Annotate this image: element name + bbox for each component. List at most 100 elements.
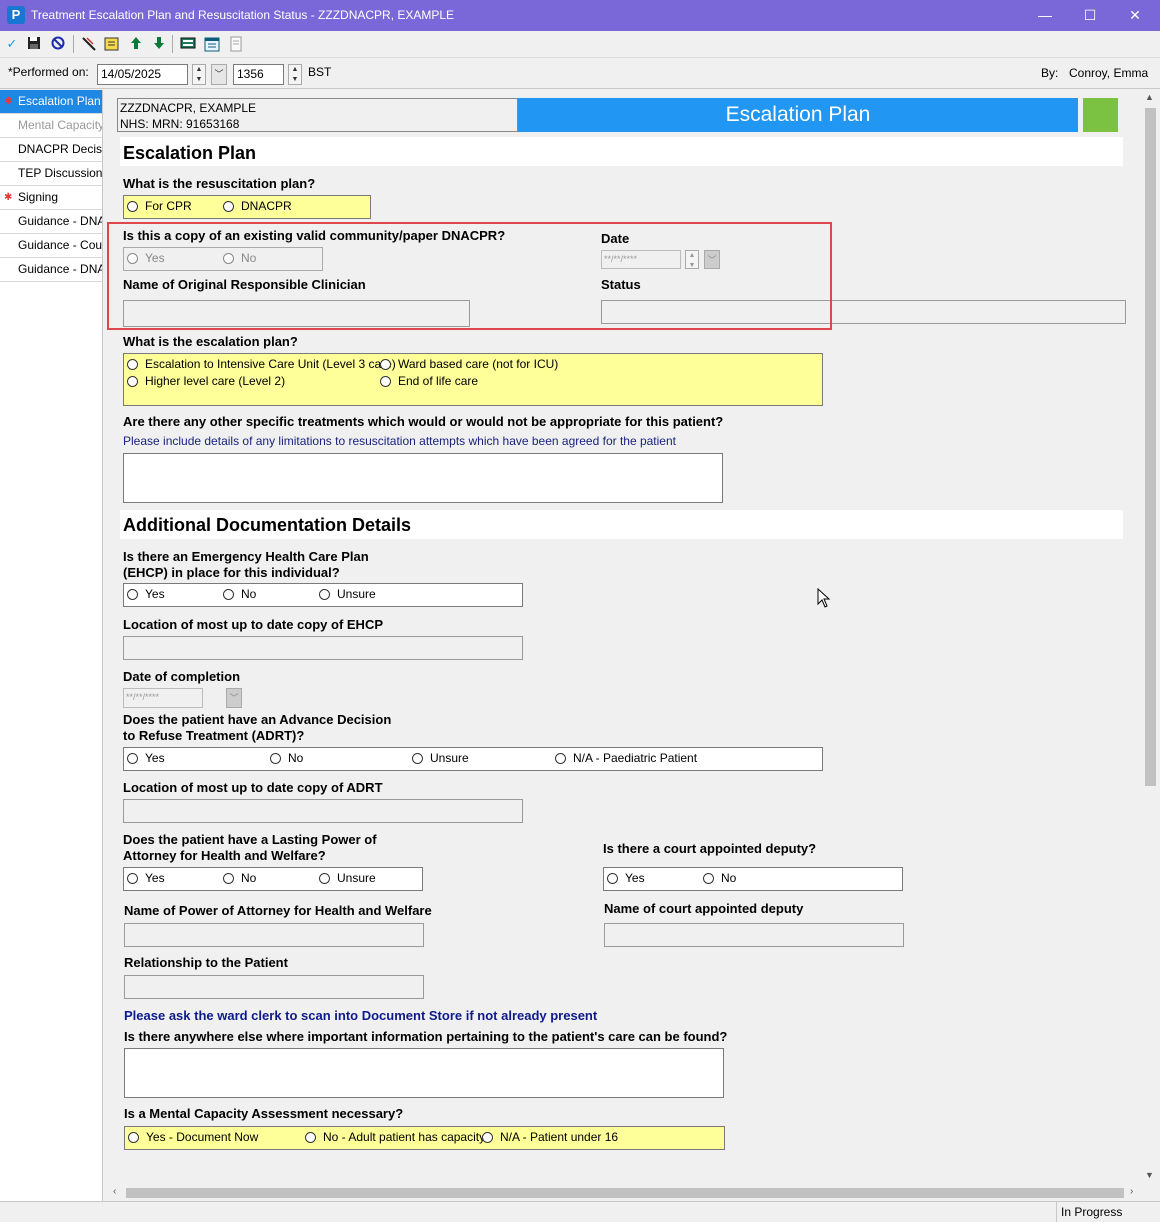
sidebar-item-guidance-dnacpr-2[interactable]: Guidance - DNAC [0,258,102,282]
sidebar-item-escalation-plan[interactable]: ✱ Escalation Plan [0,90,102,114]
scroll-right-icon[interactable]: › [1130,1186,1133,1197]
scroll-up-icon[interactable]: ▲ [1145,92,1154,102]
cancel-icon[interactable] [50,36,66,52]
radio-ehcp-unsure[interactable]: Unsure [319,587,376,601]
relationship-input[interactable] [124,975,424,999]
radio-adrt-na[interactable]: N/A - Paediatric Patient [555,751,697,765]
sidebar-item-signing[interactable]: ✱ Signing [0,186,102,210]
treatments-textarea[interactable] [123,453,723,503]
sidebar-item-dnacpr-decision[interactable]: DNACPR Decision [0,138,102,162]
close-button[interactable]: ✕ [1112,0,1158,31]
adrt-location-label: Location of most up to date copy of ADRT [123,780,383,795]
adrt-question-line1: Does the patient have an Advance Decisio… [123,712,392,727]
scroll-down-icon[interactable]: ▼ [1145,1170,1154,1180]
radio-ehcp-no[interactable]: No [223,587,256,601]
ehcp-question-line2: (EHCP) in place for this individual? [123,565,340,580]
status-indicator [1083,98,1118,132]
radio-lpa-yes[interactable]: Yes [127,871,165,885]
radio-deputy-yes[interactable]: Yes [607,871,645,885]
radio-deputy-no[interactable]: No [703,871,736,885]
radio-mca-yes[interactable]: Yes - Document Now [128,1130,258,1144]
patient-banner: ZZZDNACPR, EXAMPLE NHS: MRN: 91653168 [117,98,518,132]
toolbar: ✓ [0,31,1160,58]
sidebar-item-guidance-dnacpr[interactable]: Guidance - DNAC [0,210,102,234]
radio-dnacpr[interactable]: DNACPR [223,199,292,213]
date-spinner[interactable]: ▲ ▼ [192,64,206,85]
ehcp-location-input[interactable] [123,636,523,660]
required-star-icon: ✱ [4,96,13,107]
keyboard-icon[interactable] [180,36,196,52]
document-icon[interactable] [228,36,244,52]
radio-ward-based[interactable]: Ward based care (not for ICU) [380,357,558,371]
other-info-textarea[interactable] [124,1048,724,1098]
deputy-name-label: Name of court appointed deputy [604,901,804,916]
arrow-up-icon[interactable] [128,36,144,52]
completion-date-label: Date of completion [123,669,241,684]
date-dropdown-button[interactable]: ﹀ [211,64,227,85]
horizontal-scrollbar[interactable]: ‹ › [104,1185,1142,1201]
radio-end-of-life[interactable]: End of life care [380,374,478,388]
radio-for-cpr[interactable]: For CPR [127,199,192,213]
required-star-icon: ✱ [4,192,13,203]
lpa-question-line1: Does the patient have a Lasting Power of [123,832,377,847]
form-content: ZZZDNACPR, EXAMPLE NHS: MRN: 91653168 Es… [104,90,1142,1185]
scroll-left-icon[interactable]: ‹ [113,1186,116,1197]
minimize-button[interactable]: — [1022,0,1068,31]
other-info-question: Is there anywhere else where important i… [124,1029,728,1044]
pen-icon[interactable] [81,36,97,52]
banner-title: Escalation Plan [518,98,1078,132]
highlight-box [107,222,832,330]
timezone-label: BST [308,65,332,79]
patient-ids: NHS: MRN: 91653168 [120,117,240,131]
maximize-button[interactable]: ☐ [1067,0,1113,31]
sidebar-item-tep-discussion[interactable]: TEP Discussion [0,162,102,186]
completion-date-input[interactable]: **/**/**** [123,688,203,708]
vertical-scroll-thumb[interactable] [1145,108,1156,786]
lpa-radio-group: Yes No Unsure [123,867,423,891]
escalation-question: What is the escalation plan? [123,334,298,349]
window-title: Treatment Escalation Plan and Resuscitat… [31,8,455,22]
by-label: By: [1041,66,1059,80]
title-bar: P Treatment Escalation Plan and Resuscit… [0,0,1160,31]
mouse-cursor-icon [817,587,831,611]
resus-radio-group: For CPR DNACPR [123,195,371,219]
deputy-radio-group: Yes No [603,867,903,891]
performed-date-input[interactable]: 14/05/2025 [97,64,188,85]
vertical-scrollbar[interactable]: ▲ ▼ [1142,90,1159,1185]
radio-adrt-no[interactable]: No [270,751,303,765]
radio-mca-na[interactable]: N/A - Patient under 16 [482,1130,618,1144]
radio-adrt-unsure[interactable]: Unsure [412,751,469,765]
arrow-down-icon[interactable] [151,36,167,52]
sidebar-item-mental-capacity[interactable]: Mental Capacity A [0,114,102,138]
sidebar: ✱ Escalation Plan Mental Capacity A DNAC… [0,90,103,1201]
sidebar-item-guidance-count[interactable]: Guidance - Count [0,234,102,258]
adrt-location-input[interactable] [123,799,523,823]
radio-mca-no[interactable]: No - Adult patient has capacity [305,1130,485,1144]
time-spinner[interactable]: ▲ ▼ [288,64,302,85]
radio-lpa-no[interactable]: No [223,871,256,885]
status-text: In Progress [1061,1205,1123,1219]
patient-name: ZZZDNACPR, EXAMPLE [120,101,257,115]
radio-icu[interactable]: Escalation to Intensive Care Unit (Level… [127,357,396,371]
radio-higher-level[interactable]: Higher level care (Level 2) [127,374,285,388]
section-header-additional-docs: Additional Documentation Details [123,515,412,535]
checkmark-icon[interactable]: ✓ [4,36,20,52]
radio-adrt-yes[interactable]: Yes [127,751,165,765]
mca-radio-group: Yes - Document Now No - Adult patient ha… [124,1126,725,1150]
deputy-name-input[interactable] [604,923,904,947]
poa-name-input[interactable] [124,923,424,947]
horizontal-scroll-thumb[interactable] [126,1188,1124,1198]
radio-ehcp-yes[interactable]: Yes [127,587,165,601]
calendar-icon[interactable] [204,36,220,52]
radio-lpa-unsure[interactable]: Unsure [319,871,376,885]
adrt-question-line2: to Refuse Treatment (ADRT)? [123,728,305,743]
scan-hint: Please ask the ward clerk to scan into D… [124,1008,598,1023]
save-icon[interactable] [26,36,42,52]
ehcp-location-label: Location of most up to date copy of EHCP [123,617,383,632]
deputy-question: Is there a court appointed deputy? [603,841,817,856]
poa-name-label: Name of Power of Attorney for Health and… [124,903,432,918]
performed-time-input[interactable]: 1356 [233,64,284,85]
note-icon[interactable] [104,36,120,52]
lpa-question-line2: Attorney for Health and Welfare? [123,848,326,863]
completion-date-dropdown[interactable]: ﹀ [226,688,242,708]
